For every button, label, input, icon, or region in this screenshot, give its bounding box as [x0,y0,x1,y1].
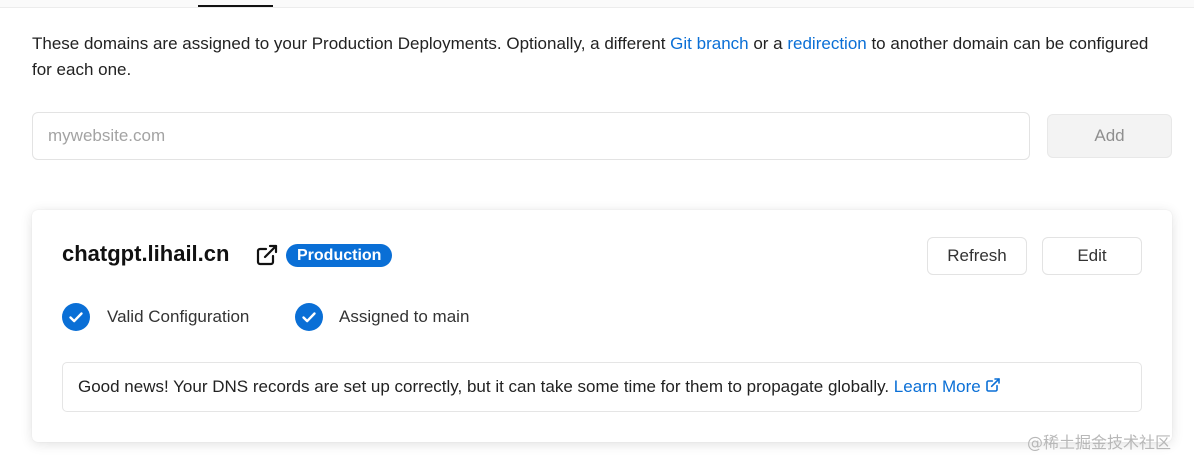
add-domain-button[interactable]: Add [1047,114,1172,158]
check-circle-icon [62,303,90,331]
learn-more-label: Learn More [893,377,981,396]
assigned-to-main-label: Assigned to main [339,307,470,326]
domain-input[interactable] [32,112,1030,160]
check-circle-icon [295,303,323,331]
watermark: @稀土掘金技术社区 [1027,433,1172,452]
production-badge: Production [286,244,393,267]
intro-text-1: These domains are assigned to your Produ… [32,34,671,53]
dns-notice: Good news! Your DNS records are set up c… [62,362,1142,412]
active-tab-indicator [198,5,273,7]
top-tab-bar [0,0,1194,8]
valid-configuration-label: Valid Configuration [107,307,250,326]
redirection-link[interactable]: redirection [787,34,866,53]
notice-text: Good news! Your DNS records are set up c… [78,377,894,396]
refresh-button[interactable]: Refresh [927,237,1027,275]
learn-more-link[interactable]: Learn More [894,377,1002,396]
domain-card: chatgpt.lihail.cn Production Refresh Edi… [32,210,1172,442]
edit-button[interactable]: Edit [1042,237,1142,275]
domain-name: chatgpt.lihail.cn [62,241,230,266]
external-link-icon [986,378,1001,392]
intro-text-2: or a [748,34,788,53]
domains-description: These domains are assigned to your Produ… [32,31,1172,83]
external-link-icon[interactable] [255,243,279,267]
git-branch-link[interactable]: Git branch [670,34,748,53]
